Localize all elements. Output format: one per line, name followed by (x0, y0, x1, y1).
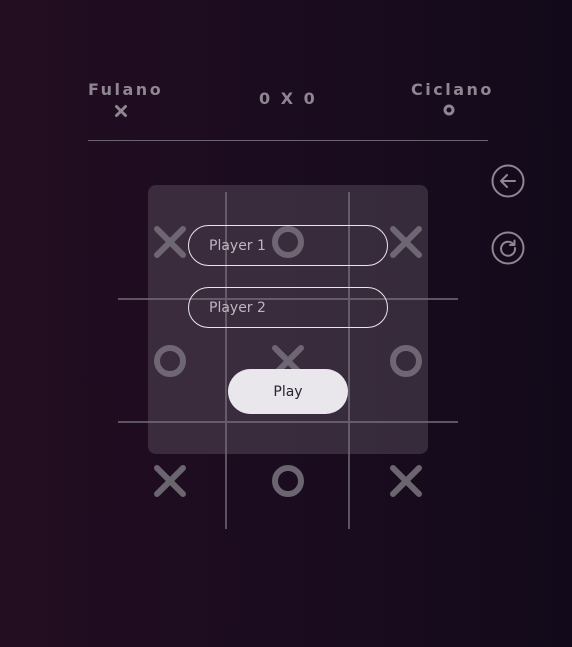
play-button[interactable]: Play (228, 369, 348, 414)
player-setup-dialog: Play (148, 185, 428, 454)
board-cell-8[interactable] (386, 461, 426, 501)
o-mark-icon (272, 465, 304, 497)
player-1-input[interactable] (188, 225, 388, 266)
x-mark-icon (154, 465, 186, 497)
board-cell-6[interactable] (150, 461, 190, 501)
board-cell-7[interactable] (268, 461, 308, 501)
player-2-input[interactable] (188, 287, 388, 328)
x-mark-icon (390, 465, 422, 497)
